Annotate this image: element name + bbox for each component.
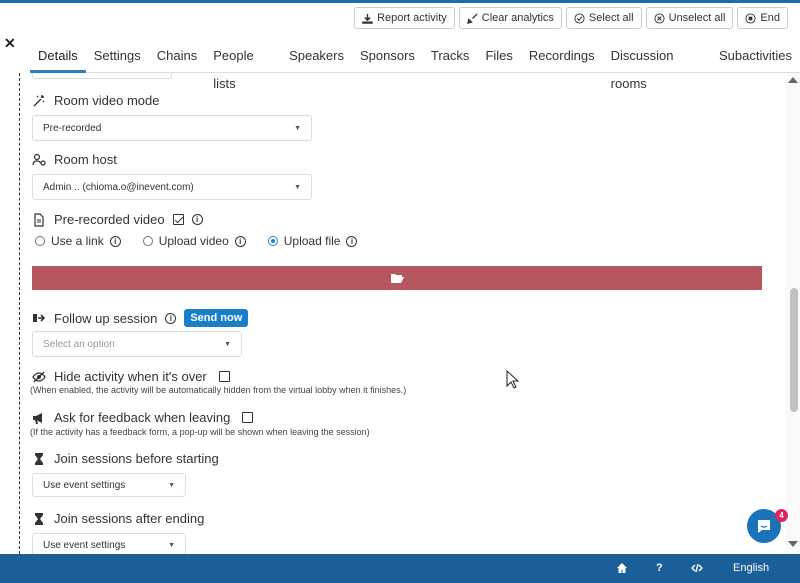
tab-tracks[interactable]: Tracks (423, 42, 478, 73)
tab-details[interactable]: Details (30, 42, 86, 73)
download-icon (362, 13, 373, 24)
report-activity-button[interactable]: Report activity (354, 7, 455, 29)
tab-bar: Details Settings Chains People lists Spe… (30, 42, 800, 91)
info-icon[interactable]: i (191, 214, 203, 225)
caret-down-icon: ▼ (294, 183, 301, 191)
info-icon[interactable]: i (234, 235, 246, 247)
sign-out-icon (33, 314, 46, 322)
close-icon[interactable]: ✕ (4, 35, 16, 52)
file-upload-bar[interactable] (32, 266, 762, 290)
scroll-up-arrow[interactable] (788, 77, 798, 83)
radio-upload-video[interactable]: Upload video i (142, 234, 246, 248)
chat-notification-badge: 4 (775, 509, 788, 522)
tab-sponsors[interactable]: Sponsors (352, 42, 423, 73)
clear-analytics-button[interactable]: Clear analytics (458, 7, 562, 29)
radio-use-link[interactable]: Use a link i (35, 234, 121, 248)
radio-upload-file[interactable]: Upload file i (267, 234, 358, 248)
tab-speakers[interactable]: Speakers (281, 42, 352, 73)
file-icon (34, 212, 44, 227)
language-selector[interactable]: English (733, 562, 769, 574)
end-button[interactable]: End (737, 7, 788, 29)
scrollbar-thumb[interactable] (790, 288, 798, 412)
home-icon[interactable] (616, 562, 628, 577)
room-host-label: Room host (32, 152, 117, 167)
feedback-help: (If the activity has a feedback form, a … (30, 427, 370, 437)
hourglass-icon (35, 452, 43, 465)
video-source-radio-group: Use a link i Upload video i Upload file … (35, 234, 358, 248)
megaphone-icon (33, 412, 42, 424)
hide-activity-checkbox[interactable] (218, 371, 230, 382)
user-gear-icon (32, 153, 46, 166)
tab-people-lists[interactable]: People lists (205, 42, 281, 91)
hide-activity-label: Hide activity when it's over (32, 369, 230, 384)
radio-button[interactable] (142, 236, 153, 246)
folder-open-icon (390, 273, 404, 283)
top-accent-line (0, 0, 800, 3)
eye-slash-icon (32, 371, 46, 382)
footer-bar: ? English (0, 554, 800, 583)
stop-circle-icon (745, 12, 756, 24)
follow-up-session-label: Follow up session i Send now (32, 309, 249, 327)
room-video-mode-label: Room video mode (32, 93, 160, 108)
prerecorded-video-label: Pre-recorded video i (32, 212, 203, 227)
join-after-label: Join sessions after ending (32, 511, 204, 526)
send-now-button[interactable]: Send now (184, 309, 249, 327)
join-after-select[interactable]: Use event settings ▼ (32, 533, 186, 554)
scroll-down-arrow[interactable] (788, 541, 798, 547)
radio-button-selected[interactable] (267, 236, 278, 246)
caret-down-icon: ▼ (168, 481, 175, 489)
previous-select-partial[interactable] (32, 73, 172, 79)
tab-files[interactable]: Files (477, 42, 520, 73)
tab-recordings[interactable]: Recordings (521, 42, 603, 73)
hourglass-icon (35, 512, 43, 525)
select-all-button[interactable]: Select all (565, 7, 642, 29)
join-before-select[interactable]: Use event settings ▼ (32, 473, 186, 497)
unselect-all-label: Unselect all (668, 12, 726, 24)
caret-down-icon: ▼ (168, 541, 175, 549)
tab-settings[interactable]: Settings (86, 42, 149, 73)
tab-subactivities[interactable]: Subactivities (711, 42, 800, 73)
magic-wand-icon (33, 94, 45, 106)
select-all-label: Select all (588, 12, 634, 24)
hide-activity-help: (When enabled, the activity will be auto… (30, 385, 407, 395)
check-circle-icon (574, 12, 585, 24)
unselect-all-button[interactable]: Unselect all (645, 7, 734, 29)
tab-chains[interactable]: Chains (149, 42, 205, 73)
join-before-label: Join sessions before starting (32, 451, 219, 466)
code-icon[interactable] (691, 562, 703, 577)
report-activity-label: Report activity (377, 12, 447, 24)
room-video-mode-select[interactable]: Pre-recorded ▼ (32, 115, 312, 141)
x-circle-icon (654, 12, 665, 24)
feedback-checkbox[interactable] (242, 412, 254, 423)
details-form: Room video mode Pre-recorded ▼ Room host… (0, 73, 785, 554)
toolbar: Report activity Clear analytics Select a… (354, 7, 788, 29)
dashed-divider (19, 73, 20, 554)
help-icon[interactable]: ? (656, 562, 663, 574)
end-label: End (760, 12, 780, 24)
caret-down-icon: ▼ (224, 340, 231, 348)
tab-discussion-rooms[interactable]: Discussion rooms (603, 42, 711, 91)
follow-up-session-select[interactable]: Select an option ▼ (32, 331, 242, 357)
caret-down-icon: ▼ (294, 124, 301, 132)
mouse-cursor-icon (506, 369, 520, 393)
info-icon[interactable]: i (165, 312, 177, 324)
broom-icon (466, 12, 478, 24)
feedback-label: Ask for feedback when leaving (32, 410, 254, 425)
prerecorded-checkbox[interactable] (172, 214, 184, 225)
clear-analytics-label: Clear analytics (481, 12, 554, 24)
room-host-select[interactable]: Admin .. (chioma.o@inevent.com) ▼ (32, 174, 312, 200)
chat-bubble-icon (758, 520, 770, 533)
info-icon[interactable]: i (109, 235, 121, 247)
info-icon[interactable]: i (346, 235, 358, 247)
radio-button[interactable] (35, 236, 45, 246)
